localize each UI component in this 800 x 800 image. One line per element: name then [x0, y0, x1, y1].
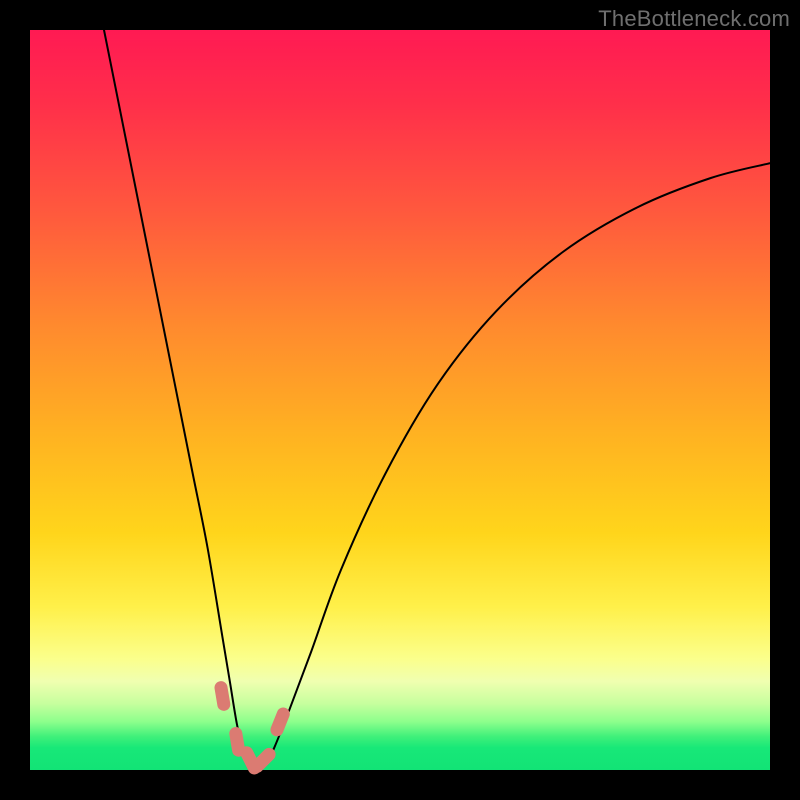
curve-marker	[269, 706, 292, 739]
curve-marker	[214, 680, 232, 712]
plot-area	[30, 30, 770, 770]
chart-frame: TheBottleneck.com	[0, 0, 800, 800]
bottleneck-curve-path	[104, 30, 770, 771]
watermark-text: TheBottleneck.com	[598, 6, 790, 32]
bottleneck-curve-svg	[30, 30, 770, 770]
curve-markers-group	[214, 680, 292, 777]
